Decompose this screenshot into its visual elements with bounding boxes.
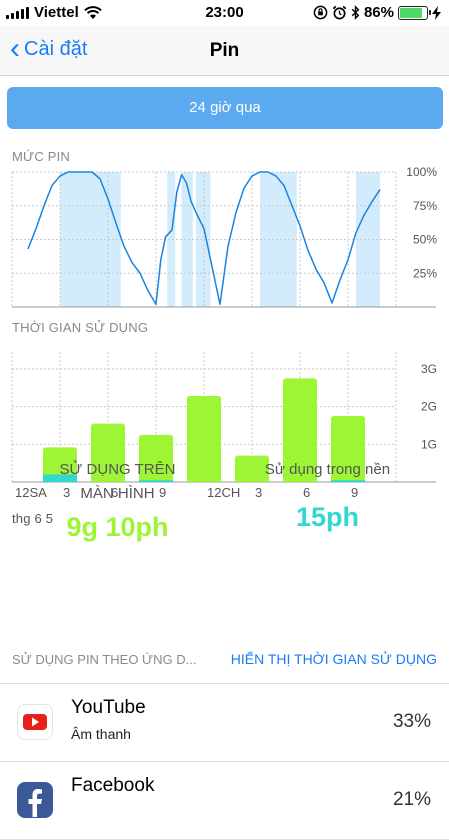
battery-level-label: MỨC PIN (12, 149, 71, 164)
app-row-facebook[interactable]: Facebook 21% (0, 762, 449, 840)
navigation-bar: ‹ Cài đặt Pin (0, 26, 449, 76)
facebook-icon (17, 782, 53, 818)
y-tick-label: 3G (421, 362, 437, 376)
background-usage-label: Sử dụng trong nền (264, 461, 391, 478)
screen-usage-label-line1: SỬ DỤNG TRÊN (59, 461, 176, 478)
app-name: YouTube (71, 697, 146, 718)
range-24h-button[interactable]: 24 giờ qua (7, 87, 443, 129)
y-tick-label: 2G (421, 400, 437, 414)
y-tick-label: 100% (406, 167, 437, 179)
battery-icon (398, 5, 431, 20)
alarm-icon (332, 5, 347, 20)
app-usage-title: SỬ DỤNG PIN THEO ỨNG D... (12, 652, 197, 667)
y-tick-label: 50% (413, 233, 437, 247)
orientation-lock-icon (313, 5, 328, 20)
app-row-youtube[interactable]: YouTube Âm thanh 33% (0, 684, 449, 762)
app-usage-list: YouTube Âm thanh 33% Facebook 21% (0, 683, 449, 840)
screen-usage-label-line2: MÀN HÌNH (80, 485, 155, 502)
battery-screen: 24 giờ qua MỨC PIN 100% 75% 50% 25% THỜI GI… (0, 77, 449, 840)
usage-stats: SỬ DỤNG TRÊN MÀN HÌNH 9g 10ph Sử dụng tr… (0, 458, 449, 548)
y-tick-label: 75% (413, 199, 437, 213)
status-right: 86% (313, 4, 441, 21)
charging-period-band (181, 172, 193, 307)
app-percent: 33% (392, 711, 431, 732)
page-title: Pin (209, 40, 240, 61)
charging-icon (432, 5, 441, 20)
app-percent: 21% (392, 789, 431, 810)
background-usage-stat: Sử dụng trong nền 15ph (210, 458, 445, 533)
app-subtitle: Âm thanh (71, 726, 131, 742)
usage-time-label: THỜI GIAN SỬ DỤNG (12, 320, 149, 335)
y-tick-label: 1G (421, 437, 437, 451)
show-usage-time-toggle[interactable]: HIỂN THỊ THỜI GIAN SỬ DỤNG (231, 651, 437, 667)
app-name: Facebook (71, 775, 155, 796)
battery-percent: 86% (363, 4, 394, 21)
status-bar: Viettel 23:00 86% (0, 0, 449, 26)
youtube-icon (17, 704, 53, 740)
battery-level-chart: 100% 75% 50% 25% (11, 167, 437, 308)
screen-usage-stat: SỬ DỤNG TRÊN MÀN HÌNH 9g 10ph (0, 458, 235, 543)
bluetooth-icon (351, 5, 360, 20)
app-usage-header: SỬ DỤNG PIN THEO ỨNG D... HIỂN THỊ THỜI … (0, 648, 449, 676)
y-tick-label: 25% (413, 266, 437, 280)
screen-usage-value: 9g 10ph (66, 512, 169, 542)
background-usage-value: 15ph (295, 502, 360, 532)
